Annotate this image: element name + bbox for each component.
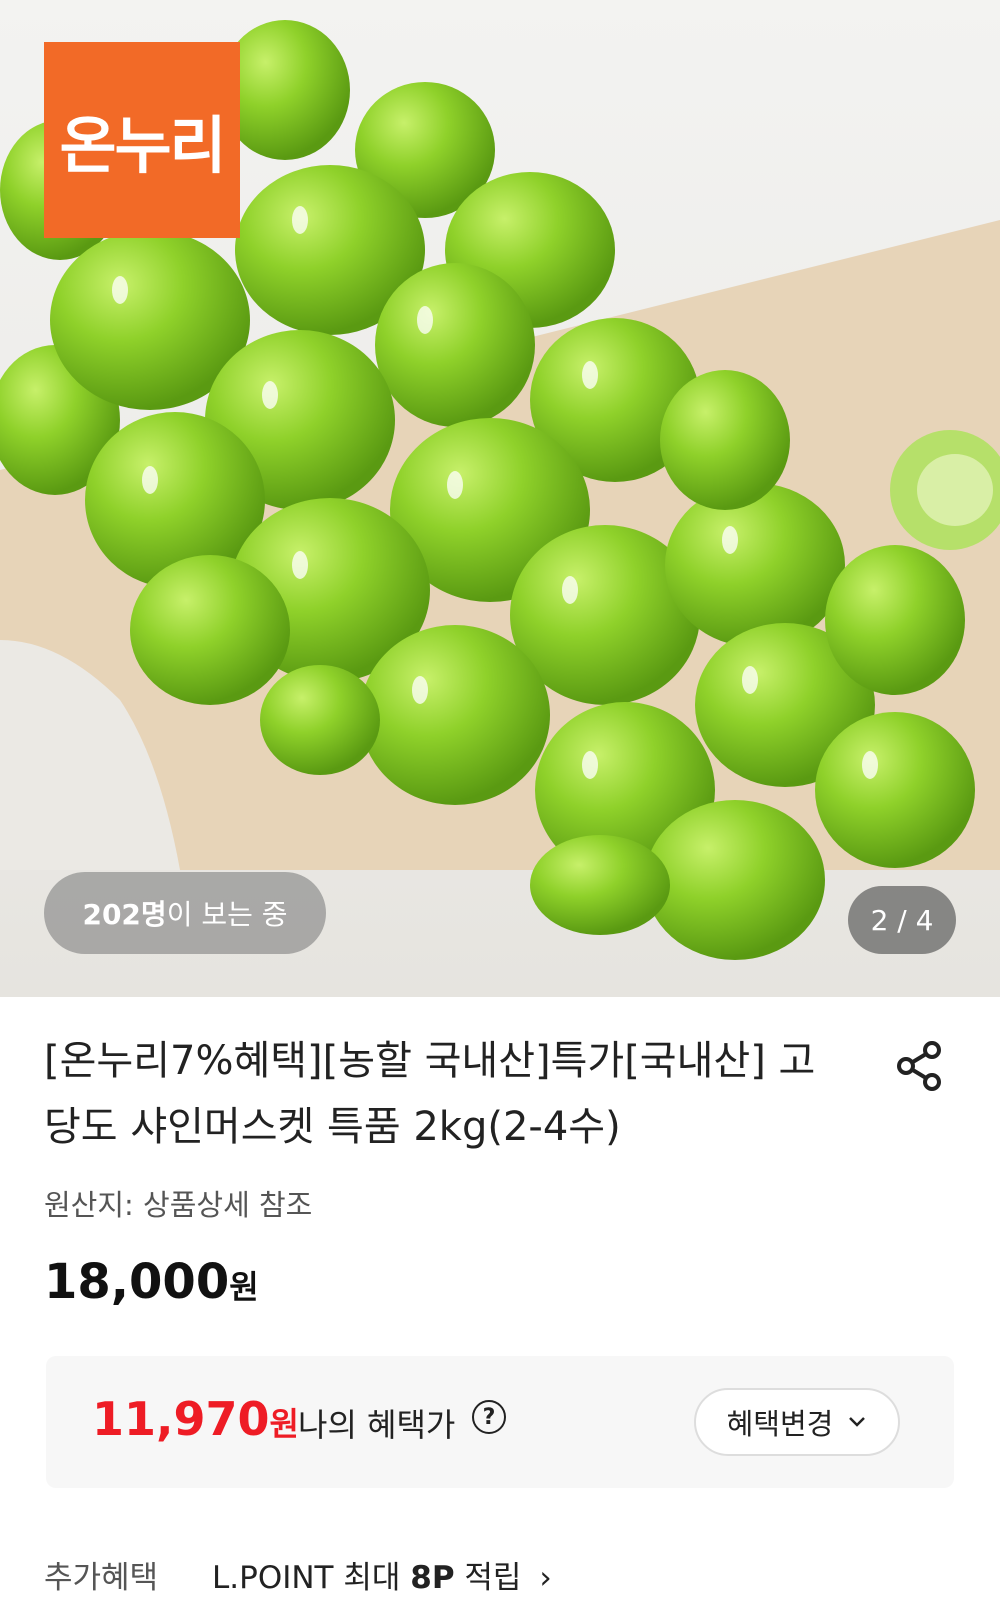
lpoint-points: 8P xyxy=(410,1560,455,1596)
benefit-price-value: 11,970 xyxy=(92,1392,270,1446)
benefit-price-box: 11,970원 나의 혜택가 ? 혜택변경 xyxy=(46,1356,954,1488)
lpoint-suffix: 적립 xyxy=(454,1560,522,1596)
benefit-label: 나의 혜택가 xyxy=(298,1406,456,1444)
image-pager: 2 / 4 xyxy=(848,886,956,954)
product-title: [온누리7%혜택][농할 국내산]특가[국내산] 고당도 샤인머스켓 특품 2k… xyxy=(44,1038,816,1150)
viewers-suffix: 이 보는 중 xyxy=(166,898,288,931)
chevron-right-icon: › xyxy=(539,1560,552,1596)
lpoint-prefix: L.POINT 최대 xyxy=(212,1560,411,1596)
viewers-badge: 202명 이 보는 중 xyxy=(44,872,326,954)
help-icon[interactable]: ? xyxy=(472,1400,506,1434)
change-benefit-label: 혜택변경 xyxy=(726,1407,834,1441)
viewers-count: 202명 xyxy=(82,898,167,931)
list-price: 18,000원 xyxy=(44,1254,259,1310)
origin-info: 원산지: 상품상세 참조 xyxy=(44,1188,313,1222)
change-benefit-button[interactable]: 혜택변경 xyxy=(694,1388,900,1456)
share-button[interactable] xyxy=(892,1038,948,1094)
benefit-price: 11,970원 xyxy=(92,1392,299,1446)
chevron-down-icon xyxy=(849,1417,866,1427)
product-image-carousel[interactable]: 온누리 202명 이 보는 중 2 / 4 xyxy=(0,0,1000,997)
list-price-unit: 원 xyxy=(229,1268,259,1306)
onnuri-logo: 온누리 xyxy=(44,42,240,238)
logo-text: 온누리 xyxy=(59,109,226,182)
benefit-price-unit: 원 xyxy=(269,1405,299,1443)
lpoint-benefit-link[interactable]: L.POINT 최대 8P 적립 › xyxy=(212,1552,552,1597)
list-price-value: 18,000 xyxy=(44,1254,230,1310)
share-icon xyxy=(897,1041,941,1091)
extra-benefit-label: 추가혜택 xyxy=(44,1560,159,1596)
